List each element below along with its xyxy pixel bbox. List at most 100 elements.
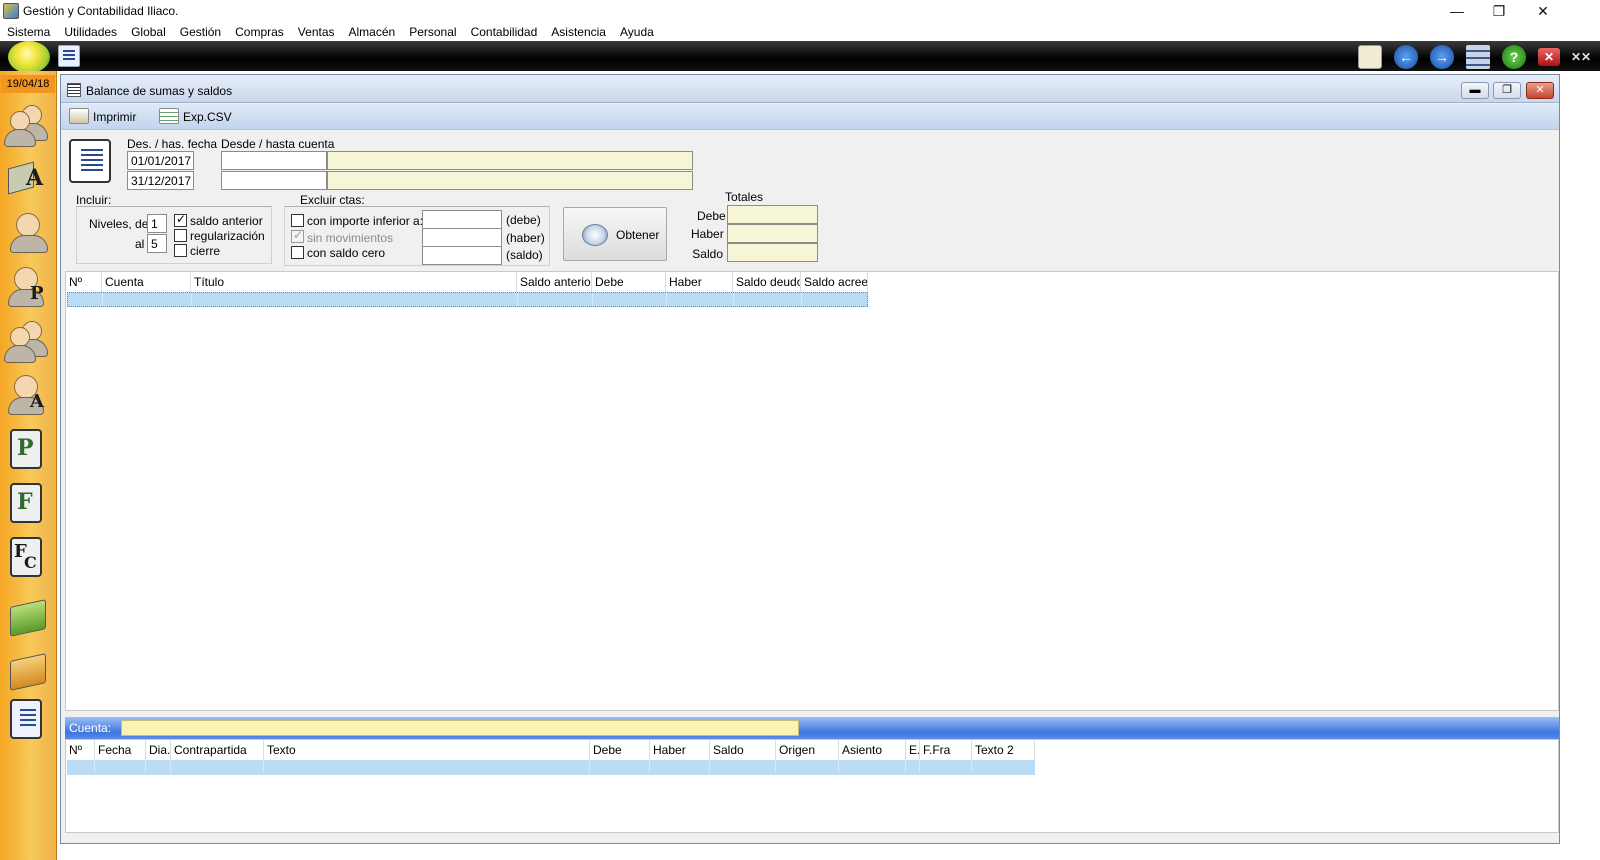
date-to-field[interactable]: 31/12/2017 (127, 171, 194, 190)
menu-contabilidad[interactable]: Contabilidad (464, 22, 545, 39)
users-group-icon[interactable] (4, 101, 52, 149)
provider-icon[interactable]: P (4, 263, 52, 311)
forward-icon[interactable]: → (1430, 45, 1454, 69)
articles-icon[interactable]: A (4, 155, 52, 203)
app-icon (3, 3, 19, 19)
accounting-book-icon[interactable] (4, 697, 52, 745)
document-icon[interactable] (58, 45, 80, 67)
sidebar: 19/04/18 A P A P F FC (0, 71, 57, 860)
menu-almacen[interactable]: Almacén (342, 22, 403, 39)
print-button[interactable]: Imprimir (69, 107, 136, 127)
col-titulo[interactable]: Título (191, 272, 517, 292)
threshold-debe-field[interactable] (422, 210, 502, 229)
child-title: Balance de sumas y saldos (86, 84, 233, 98)
account-range-label: Desde / hasta cuenta (221, 137, 335, 151)
p-document-icon[interactable]: P (4, 427, 52, 475)
threshold-haber-label: (haber) (506, 231, 545, 245)
child-close-button[interactable]: ✕ (1526, 82, 1554, 99)
levels-from-field[interactable]: 1 (147, 214, 167, 233)
mcol-diario[interactable]: Dia. (146, 740, 171, 760)
mcol-haber[interactable]: Haber (650, 740, 710, 760)
table-row[interactable] (67, 760, 1035, 775)
account-from-field[interactable] (221, 151, 327, 170)
account-bar-label: Cuenta: (69, 721, 112, 735)
agent-icon[interactable]: A (4, 371, 52, 419)
exclude-label: Excluir ctas: (300, 193, 365, 207)
col-saldo-anterior[interactable]: Saldo anterior (517, 272, 592, 292)
threshold-saldo-field[interactable] (422, 246, 502, 265)
total-haber-field (727, 224, 818, 243)
date-from-field[interactable]: 01/01/2017 (127, 151, 194, 170)
close-all-icon[interactable]: ✕✕ (1568, 45, 1594, 69)
export-csv-button[interactable]: Exp.CSV (159, 107, 232, 127)
col-numero[interactable]: Nº (66, 272, 102, 292)
col-saldo-acreedor[interactable]: Saldo acreedor (801, 272, 868, 292)
menu-global[interactable]: Global (124, 22, 173, 39)
threshold-debe-label: (debe) (506, 213, 541, 227)
mcol-origen[interactable]: Origen (776, 740, 839, 760)
date-range-label: Des. / has. fecha (127, 137, 218, 151)
mcol-contrapartida[interactable]: Contrapartida (171, 740, 264, 760)
minimize-button[interactable]: — (1434, 0, 1480, 22)
col-cuenta[interactable]: Cuenta (102, 272, 191, 292)
mcol-debe[interactable]: Debe (590, 740, 650, 760)
sin-movimientos-checkbox: ✓ (291, 228, 304, 243)
balance-grid[interactable]: Nº Cuenta Título Saldo anterior Debe Hab… (65, 271, 1559, 711)
main-toolbar: ← → ? ✕ ✕✕ (0, 41, 1600, 73)
restore-button[interactable]: ❐ (1476, 0, 1522, 22)
back-icon[interactable]: ← (1394, 45, 1418, 69)
f-document-icon[interactable]: F (4, 481, 52, 529)
col-debe[interactable]: Debe (592, 272, 666, 292)
menu-ventas[interactable]: Ventas (291, 22, 342, 39)
col-saldo-deudor[interactable]: Saldo deudor (733, 272, 801, 292)
help-icon[interactable]: ? (1502, 45, 1526, 69)
total-saldo-label: Saldo (692, 247, 723, 261)
child-minimize-button[interactable]: ▬ (1461, 82, 1489, 99)
window-list-icon[interactable] (1466, 45, 1490, 69)
regularizacion-label: regularización (190, 229, 265, 243)
importe-inferior-checkbox[interactable] (291, 214, 304, 227)
table-row[interactable] (67, 292, 868, 307)
green-bag-icon[interactable] (4, 589, 52, 637)
menu-compras[interactable]: Compras (228, 22, 291, 39)
movements-grid[interactable]: Nº Fecha Dia. Contrapartida Texto Debe H… (65, 739, 1559, 833)
mcol-asiento[interactable]: Asiento (839, 740, 906, 760)
mcol-texto2[interactable]: Texto 2 (972, 740, 1035, 760)
mail-icon[interactable] (1358, 45, 1382, 69)
menu-ayuda[interactable]: Ayuda (613, 22, 661, 39)
menu-personal[interactable]: Personal (402, 22, 463, 39)
levels-to-field[interactable]: 5 (147, 234, 167, 253)
mcol-fecha[interactable]: Fecha (95, 740, 146, 760)
menu-gestion[interactable]: Gestión (173, 22, 228, 39)
threshold-haber-field[interactable] (422, 228, 502, 247)
account-to-field[interactable] (221, 171, 327, 190)
close-window-icon[interactable]: ✕ (1538, 48, 1560, 66)
account-bar-field (121, 720, 799, 736)
menu-sistema[interactable]: Sistema (0, 22, 57, 39)
obtain-button[interactable]: Obtener (563, 207, 667, 261)
total-saldo-field (727, 243, 818, 262)
saldo-cero-checkbox[interactable] (291, 246, 304, 259)
fc-document-icon[interactable]: FC (4, 535, 52, 583)
saldo-anterior-checkbox[interactable]: ✓ (174, 212, 187, 227)
contacts-icon[interactable] (4, 317, 52, 365)
balance-window: Balance de sumas y saldos ▬ ❐ ✕ Imprimir… (60, 74, 1560, 844)
mcol-e[interactable]: E. (906, 740, 920, 760)
orange-bag-icon[interactable] (4, 643, 52, 691)
child-restore-button[interactable]: ❐ (1493, 82, 1521, 99)
home-sun-icon[interactable] (8, 41, 50, 73)
mcol-texto[interactable]: Texto (264, 740, 590, 760)
levels-to-label: al (135, 237, 145, 251)
col-haber[interactable]: Haber (666, 272, 733, 292)
cierre-checkbox[interactable] (174, 244, 187, 257)
menu-utilidades[interactable]: Utilidades (57, 22, 124, 39)
magnifier-icon (582, 224, 608, 246)
menu-asistencia[interactable]: Asistencia (544, 22, 613, 39)
mcol-saldo[interactable]: Saldo (710, 740, 776, 760)
mcol-ffra[interactable]: F.Fra (920, 740, 972, 760)
mcol-numero[interactable]: Nº (66, 740, 95, 760)
close-button[interactable]: ✕ (1520, 0, 1566, 22)
client-icon[interactable] (4, 209, 52, 257)
regularizacion-checkbox[interactable] (174, 229, 187, 242)
obtain-label: Obtener (616, 228, 660, 242)
